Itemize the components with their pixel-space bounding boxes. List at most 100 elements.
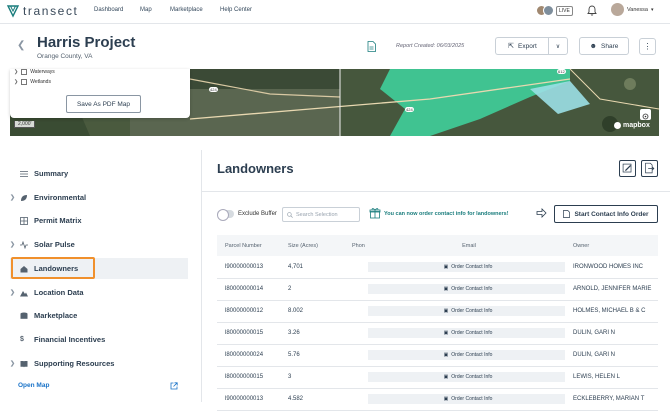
save-pdf-map-button[interactable]: Save As PDF Map (66, 95, 141, 113)
table-row[interactable]: l90000000013 4,701 ▣ Order Contact Info IRON… (217, 256, 658, 279)
parcel-number: l80000000015 (217, 322, 280, 345)
brand-name: transect (23, 4, 79, 18)
owner-name: ECKLEBERRY, MARIAN T (565, 388, 658, 411)
sidebar-item-supporting-resources[interactable]: ❯ Supporting Resources (10, 353, 188, 374)
chevron-right-icon[interactable]: ❯ (10, 360, 15, 367)
order-contact-button[interactable]: ▣ Order Contact Info (368, 306, 565, 316)
order-contact-button[interactable]: ▣ Order Contact Info (368, 350, 565, 360)
layer-label: Waterways (30, 69, 55, 75)
export-dropdown-button[interactable]: ∨ (548, 37, 568, 55)
edit-icon (622, 163, 632, 173)
document-icon: ▣ (443, 352, 449, 358)
sidebar-item-marketplace[interactable]: Marketplace (10, 305, 188, 326)
share-label: Share (601, 42, 619, 50)
layer-row-waterways[interactable]: ❯ Waterways (14, 69, 55, 75)
sidebar-item-permit-matrix[interactable]: Permit Matrix (10, 210, 188, 231)
sidebar-item-location-data[interactable]: ❯ Location Data (10, 282, 188, 303)
start-order-label: Start Contact Info Order (574, 210, 649, 218)
export-icon: ⇱ (508, 43, 515, 50)
sidebar-item-label: Supporting Resources (34, 359, 115, 368)
table-row[interactable]: l80000000014 2 ▣ Order Contact Info ARNOLD, … (217, 278, 658, 301)
document-icon: ▣ (443, 330, 449, 336)
layer-row-wetlands[interactable]: ❯ Wetlands (14, 79, 51, 85)
column-header[interactable]: Email (365, 235, 565, 256)
road-sign: 424 (405, 107, 414, 112)
arrow-right-icon (536, 208, 547, 218)
sidebar-item-environmental[interactable]: ❯ Environmental (10, 187, 188, 208)
external-link-icon[interactable] (170, 382, 178, 390)
size-acres: 2 (280, 278, 344, 301)
nav-dashboard[interactable]: Dashboard (94, 7, 123, 13)
export-button[interactable]: ⇱ Export (495, 37, 549, 55)
table-header-row: Parcel Number Size (Acres) Phone Email O… (217, 235, 658, 256)
column-header[interactable]: Parcel Number (217, 235, 280, 256)
start-contact-order-button[interactable]: Start Contact Info Order (554, 205, 658, 223)
chevron-right-icon[interactable]: ❯ (10, 194, 15, 201)
export-landowners-button[interactable] (641, 160, 658, 177)
open-map-link[interactable]: Open Map (18, 382, 49, 389)
back-chevron-icon[interactable]: ❮ (17, 40, 25, 51)
table-row[interactable]: l80000000015 3 ▣ Order Contact Info LEWIS, H… (217, 366, 658, 389)
order-contact-button[interactable]: ▣ Order Contact Info (368, 328, 565, 338)
more-options-button[interactable]: ⋮ (639, 38, 656, 55)
chevron-right-icon[interactable]: ❯ (14, 69, 18, 75)
layer-checkbox[interactable] (21, 69, 28, 75)
table-row[interactable]: l80000000012 8.002 ▣ Order Contact Info HOLM… (217, 300, 658, 323)
chevron-right-icon[interactable]: ❯ (10, 241, 15, 248)
report-created-label: Report Created: (396, 43, 436, 49)
nav-marketplace[interactable]: Marketplace (170, 7, 203, 13)
parcel-number: l80000000024 (217, 344, 280, 367)
order-contact-button[interactable]: ▣ Order Contact Info (368, 372, 565, 382)
order-contact-button[interactable]: ▣ Order Contact Info (368, 284, 565, 294)
layer-checkbox[interactable] (21, 79, 28, 85)
table-row[interactable]: l80000000015 3.26 ▣ Order Contact Info DULIN… (217, 322, 658, 345)
sidebar-item-summary[interactable]: Summary (10, 163, 188, 184)
document-icon: ▣ (443, 286, 449, 292)
order-contact-button[interactable]: ▣ Order Contact Info (368, 261, 565, 272)
document-icon: ▣ (443, 263, 449, 270)
section-title: Landowners (217, 161, 294, 176)
leaf-icon (21, 194, 27, 201)
exclude-buffer-toggle[interactable] (217, 209, 234, 221)
order-contact-button[interactable]: ▣ Order Contact Info (368, 394, 565, 404)
nav-map[interactable]: Map (140, 7, 152, 13)
user-menu[interactable]: Vanessa ▾ (611, 3, 654, 16)
avatar (611, 3, 624, 16)
search-input[interactable]: Search Selection (282, 207, 360, 222)
size-acres: 3.26 (280, 322, 344, 345)
phone-cell (344, 278, 365, 301)
table-row[interactable]: l80000000024 5.76 ▣ Order Contact Info DULIN… (217, 344, 658, 367)
table-row[interactable]: l90000000013 4.582 ▣ Order Contact Info ECKL… (217, 388, 658, 411)
sidebar-item-label: Solar Pulse (34, 240, 75, 249)
order-contact-label: Order Contact Info (451, 396, 493, 402)
gift-icon (369, 208, 381, 219)
share-button[interactable]: ☻ Share (579, 37, 629, 55)
nav-help-center[interactable]: Help Center (220, 7, 252, 13)
bell-icon[interactable] (587, 5, 597, 16)
grid-icon (20, 216, 28, 225)
document-icon[interactable] (367, 41, 376, 52)
edit-button[interactable] (619, 160, 636, 177)
column-header[interactable]: Owner (565, 235, 658, 256)
exclude-buffer-label: Exclude Buffer (238, 211, 277, 217)
email-cell: ▣ Order Contact Info (365, 388, 565, 411)
column-header[interactable]: Size (Acres) (280, 235, 344, 256)
locate-button[interactable] (640, 109, 651, 120)
report-date: 06/03/2025 (436, 43, 465, 49)
book-icon (20, 360, 28, 367)
column-header[interactable]: Phone (344, 235, 365, 256)
sidebar-item-financial-incentives[interactable]: $ Financial Incentives (10, 329, 188, 350)
chevron-right-icon[interactable]: ❯ (14, 79, 18, 85)
chevron-right-icon[interactable]: ❯ (10, 289, 15, 296)
live-collaborators[interactable]: LIVE (536, 5, 573, 16)
landowners-table: Parcel Number Size (Acres) Phone Email O… (217, 235, 658, 411)
size-acres: 4,701 (280, 256, 344, 279)
sidebar-item-solar-pulse[interactable]: ❯ Solar Pulse (10, 234, 188, 255)
phone-cell (344, 300, 365, 323)
sidebar-item-label: Summary (34, 169, 69, 178)
divider (202, 191, 670, 192)
brand-logo[interactable]: transect (6, 4, 79, 18)
owner-name: LEWIS, HELEN L (565, 366, 658, 389)
sidebar-item-label: Financial Incentives (34, 335, 106, 344)
parcel-number: l80000000015 (217, 366, 280, 389)
